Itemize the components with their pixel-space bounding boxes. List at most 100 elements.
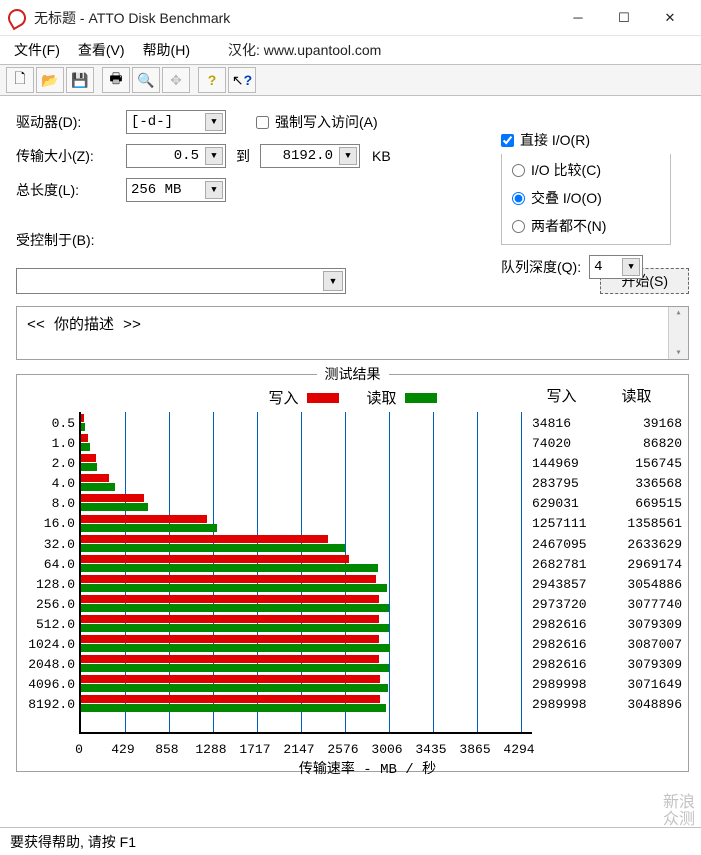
write-bar [81, 555, 349, 563]
transfer-from-select[interactable]: 0.5 ▼ [126, 144, 226, 168]
read-bar [81, 483, 115, 491]
y-axis-labels: 0.51.02.04.08.016.032.064.0128.0256.0512… [23, 412, 79, 742]
y-tick-label: 16.0 [23, 514, 79, 534]
read-bar [81, 503, 148, 511]
read-bar [81, 544, 345, 552]
result-row: 26827812969174 [532, 555, 682, 575]
result-row: 29826163079309 [532, 655, 682, 675]
chevron-down-icon: ▼ [205, 181, 223, 199]
write-bar [81, 695, 380, 703]
context-help-icon[interactable]: ↖? [228, 67, 256, 93]
chart-plot-area [79, 412, 532, 734]
move-icon[interactable]: ✥ [162, 67, 190, 93]
write-bar [81, 515, 207, 523]
results-title: 测试结果 [317, 364, 389, 384]
write-bar [81, 595, 379, 603]
y-tick-label: 0.5 [23, 414, 79, 434]
x-tick-label: 3435 [415, 742, 446, 757]
direct-io-checkbox[interactable]: 直接 I/O(R) [501, 130, 590, 150]
result-row: 29899983071649 [532, 675, 682, 695]
result-columns-header: 写入 读取 [524, 385, 674, 406]
open-file-icon[interactable]: 📂 [36, 67, 64, 93]
statusbar: 要获得帮助, 请按 F1 [0, 827, 701, 855]
menu-help[interactable]: 帮助(H) [143, 40, 190, 60]
save-file-icon[interactable]: 💾 [66, 67, 94, 93]
localization-credit: 汉化: www.upantool.com [228, 40, 381, 60]
close-button[interactable]: ✕ [647, 3, 693, 33]
menu-view[interactable]: 查看(V) [78, 40, 125, 60]
titlebar: 无标题 - ATTO Disk Benchmark ─ ☐ ✕ [0, 0, 701, 36]
write-bar [81, 675, 380, 683]
write-bar [81, 635, 379, 643]
read-bar [81, 564, 378, 572]
x-tick-label: 429 [111, 742, 134, 757]
results-panel: 测试结果 写入 读取 写入 读取 0.51.02.04.08.016.032.0… [16, 374, 689, 772]
write-swatch [307, 393, 339, 403]
chevron-down-icon: ▼ [205, 147, 223, 165]
read-bar [81, 443, 90, 451]
drive-label: 驱动器(D): [16, 112, 126, 132]
minimize-button[interactable]: ─ [555, 3, 601, 33]
neither-radio[interactable]: 两者都不(N) [512, 216, 606, 236]
overlap-io-radio[interactable]: 交叠 I/O(O) [512, 188, 602, 208]
x-tick-label: 1717 [239, 742, 270, 757]
chevron-down-icon: ▼ [205, 113, 223, 131]
read-bar [81, 463, 97, 471]
y-tick-label: 4096.0 [23, 675, 79, 695]
total-length-select[interactable]: 256 MB ▼ [126, 178, 226, 202]
io-options-panel: 直接 I/O(R) I/O 比较(C) 交叠 I/O(O) 两者都不(N) [501, 130, 671, 287]
force-write-checkbox[interactable]: 强制写入访问(A) [256, 112, 378, 132]
menu-file[interactable]: 文件(F) [14, 40, 60, 60]
drive-select[interactable]: [-d-] ▼ [126, 110, 226, 134]
queue-depth-label: 队列深度(Q): [501, 257, 581, 277]
result-values: 3481639168740208682014496915674528379533… [532, 412, 682, 742]
x-tick-label: 3865 [459, 742, 490, 757]
scrollbar[interactable]: ▴▾ [668, 307, 688, 359]
read-bar [81, 664, 389, 672]
transfer-to-select[interactable]: 8192.0 ▼ [260, 144, 360, 168]
x-tick-label: 3006 [371, 742, 402, 757]
result-row: 29826163079309 [532, 615, 682, 635]
y-tick-label: 2048.0 [23, 655, 79, 675]
read-swatch [405, 393, 437, 403]
new-file-icon[interactable]: 🗋 [6, 67, 34, 93]
transfer-size-label: 传输大小(Z): [16, 146, 126, 166]
menubar: 文件(F) 查看(V) 帮助(H) 汉化: www.upantool.com [0, 36, 701, 64]
read-bar [81, 644, 390, 652]
chevron-down-icon: ▼ [339, 147, 357, 165]
write-bar [81, 615, 379, 623]
x-tick-label: 2147 [283, 742, 314, 757]
read-bar [81, 423, 85, 431]
y-tick-label: 8.0 [23, 494, 79, 514]
maximize-button[interactable]: ☐ [601, 3, 647, 33]
toolbar: 🗋 📂 💾 🖶 🔍 ✥ ? ↖? [0, 64, 701, 96]
queue-depth-select[interactable]: 4 ▼ [589, 255, 643, 279]
result-row: 29737203077740 [532, 595, 682, 615]
print-icon[interactable]: 🖶 [102, 67, 130, 93]
legend-write: 写入 [268, 387, 338, 408]
controlled-by-select[interactable]: ▼ [16, 268, 346, 294]
help-icon[interactable]: ? [198, 67, 226, 93]
legend-read: 读取 [367, 387, 437, 408]
y-tick-label: 4.0 [23, 474, 79, 494]
x-tick-label: 2576 [327, 742, 358, 757]
y-tick-label: 128.0 [23, 575, 79, 595]
y-tick-label: 8192.0 [23, 695, 79, 715]
result-row: 3481639168 [532, 414, 682, 434]
read-bar [81, 684, 388, 692]
write-bar [81, 454, 96, 462]
result-row: 283795336568 [532, 474, 682, 494]
y-tick-label: 1024.0 [23, 635, 79, 655]
to-label: 到 [236, 146, 250, 166]
content-area: 驱动器(D): [-d-] ▼ 强制写入访问(A) 传输大小(Z): 0.5 ▼… [0, 96, 701, 778]
x-axis-label: 传输速率 - MB / 秒 [53, 758, 682, 778]
x-tick-label: 0 [75, 742, 83, 757]
x-tick-label: 858 [155, 742, 178, 757]
write-bar [81, 474, 109, 482]
description-box[interactable]: << 你的描述 >> ▴▾ [16, 306, 689, 360]
print-preview-icon[interactable]: 🔍 [132, 67, 160, 93]
write-bar [81, 575, 376, 583]
result-row: 29899983048896 [532, 695, 682, 715]
x-tick-label: 4294 [503, 742, 534, 757]
io-compare-radio[interactable]: I/O 比较(C) [512, 160, 601, 180]
